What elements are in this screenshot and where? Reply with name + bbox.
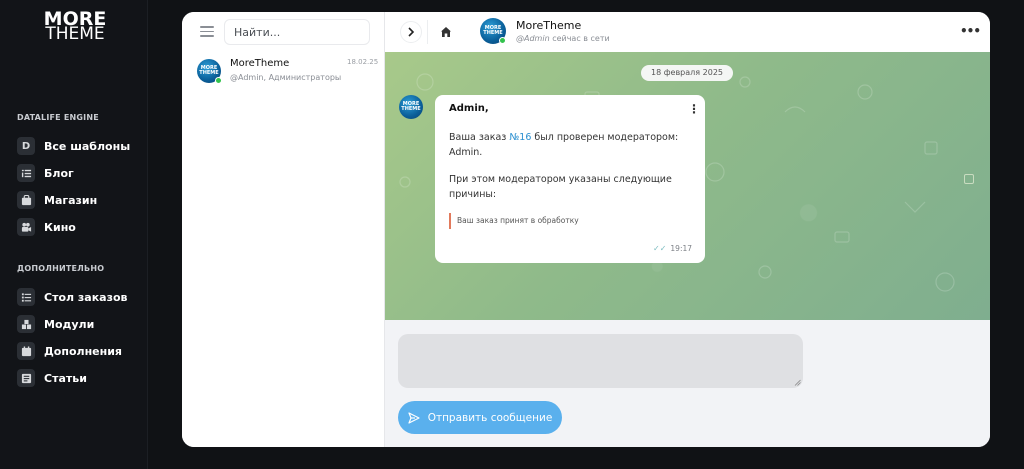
conversation-status: @Admin сейчас в сети <box>516 34 610 43</box>
search-input[interactable] <box>224 19 370 45</box>
conversation-panel: MORE THEME MoreTheme @Admin сейчас в сет… <box>385 12 990 447</box>
sidebar-item-label: Магазин <box>44 193 98 207</box>
message-sender: Admin, <box>449 103 489 114</box>
sidebar-item-label: Модули <box>44 317 95 331</box>
chat-subtitle: @Admin, Администраторы <box>230 73 342 82</box>
message-meta: ✓✓ 19:17 <box>653 244 692 253</box>
chat-list-panel: MORE THEME MoreTheme @Admin, Администрат… <box>182 12 385 447</box>
send-message-button[interactable]: Отправить сообщение <box>398 401 562 434</box>
message-avatar-wrap: MORE THEME <box>399 95 423 119</box>
message-quote: Ваш заказ принят в обработку <box>449 213 619 229</box>
chat-list-item[interactable]: MORE THEME MoreTheme @Admin, Администрат… <box>182 52 385 94</box>
sidebar-item-articles[interactable]: Статьи <box>17 368 87 388</box>
header-divider <box>427 20 428 44</box>
message-bubble[interactable]: Admin, ⋮ Ваша заказ №16 был проверен мод… <box>435 95 705 263</box>
sidebar-item-label: Стол заказов <box>44 290 128 304</box>
expand-chevron-right-icon[interactable] <box>400 21 422 43</box>
resize-grip-icon[interactable] <box>794 379 801 386</box>
nav-section-title-dle: DATALIFE ENGINE <box>17 113 99 122</box>
sidebar: MORE THEME DATALIFE ENGINE D Все шаблоны… <box>0 0 148 469</box>
chat-name: MoreTheme <box>230 58 290 69</box>
video-camera-icon <box>17 218 35 236</box>
shop-icon <box>17 191 35 209</box>
conversation-header: MORE THEME MoreTheme @Admin сейчас в сет… <box>385 12 990 52</box>
brand-logo[interactable]: MORE THEME <box>40 10 110 44</box>
message-avatar: MORE THEME <box>399 95 423 119</box>
sidebar-item-addons[interactable]: Дополнения <box>17 341 122 361</box>
hamburger-menu-icon[interactable] <box>200 26 214 37</box>
article-icon <box>17 369 35 387</box>
more-options-icon[interactable]: ••• <box>960 24 981 38</box>
letter-d-icon: D <box>17 137 35 155</box>
chat-time: 18.02.25 <box>347 58 379 66</box>
message-area: 18 февраля 2025 MORE THEME Admin, ⋮ Ваша… <box>385 52 990 320</box>
sidebar-item-label: Дополнения <box>44 344 122 358</box>
message-text-pre: Ваша заказ <box>449 132 510 143</box>
sidebar-item-cinema[interactable]: Кино <box>17 217 76 237</box>
message-composer: Отправить сообщение <box>385 320 990 447</box>
conversation-title: MoreTheme <box>516 19 582 32</box>
message-options-icon[interactable]: ⋮ <box>688 102 700 116</box>
message-time: 19:17 <box>670 244 693 253</box>
sidebar-item-modules[interactable]: Модули <box>17 314 94 334</box>
orders-list-icon <box>17 288 35 306</box>
sidebar-item-shop[interactable]: Магазин <box>17 190 97 210</box>
order-link[interactable]: №16 <box>509 132 531 143</box>
sidebar-item-order-desk[interactable]: Стол заказов <box>17 287 128 307</box>
online-status-icon <box>499 37 506 44</box>
read-check-icon: ✓✓ <box>653 244 667 253</box>
scroll-to-bottom-icon[interactable] <box>964 174 974 184</box>
status-text: сейчас в сети <box>552 34 610 43</box>
modules-icon <box>17 315 35 333</box>
sidebar-item-blog[interactable]: Блог <box>17 163 74 183</box>
sidebar-item-all-templates[interactable]: D Все шаблоны <box>17 136 130 156</box>
sidebar-item-label: Кино <box>44 220 76 234</box>
sidebar-item-label: Блог <box>44 166 74 180</box>
list-icon <box>17 164 35 182</box>
status-user: @Admin <box>516 34 550 43</box>
message-text-line2: При этом модератором указаны следующие п… <box>449 174 672 200</box>
logo-line-2: THEME <box>45 24 105 44</box>
home-icon[interactable] <box>435 21 457 43</box>
send-button-label: Отправить сообщение <box>427 411 553 424</box>
sidebar-item-label: Все шаблоны <box>44 139 131 153</box>
online-status-icon <box>215 77 222 84</box>
date-separator: 18 февраля 2025 <box>641 65 733 81</box>
message-input[interactable] <box>398 334 803 388</box>
nav-section-title-extra: ДОПОЛНИТЕЛЬНО <box>17 264 105 273</box>
message-text-line1: Ваша заказ №16 был проверен модератором:… <box>449 130 694 160</box>
calendar-icon <box>17 342 35 360</box>
messenger-card: MORE THEME MoreTheme @Admin, Администрат… <box>182 12 990 447</box>
send-arrow-icon <box>408 411 420 424</box>
sidebar-item-label: Статьи <box>44 371 87 385</box>
